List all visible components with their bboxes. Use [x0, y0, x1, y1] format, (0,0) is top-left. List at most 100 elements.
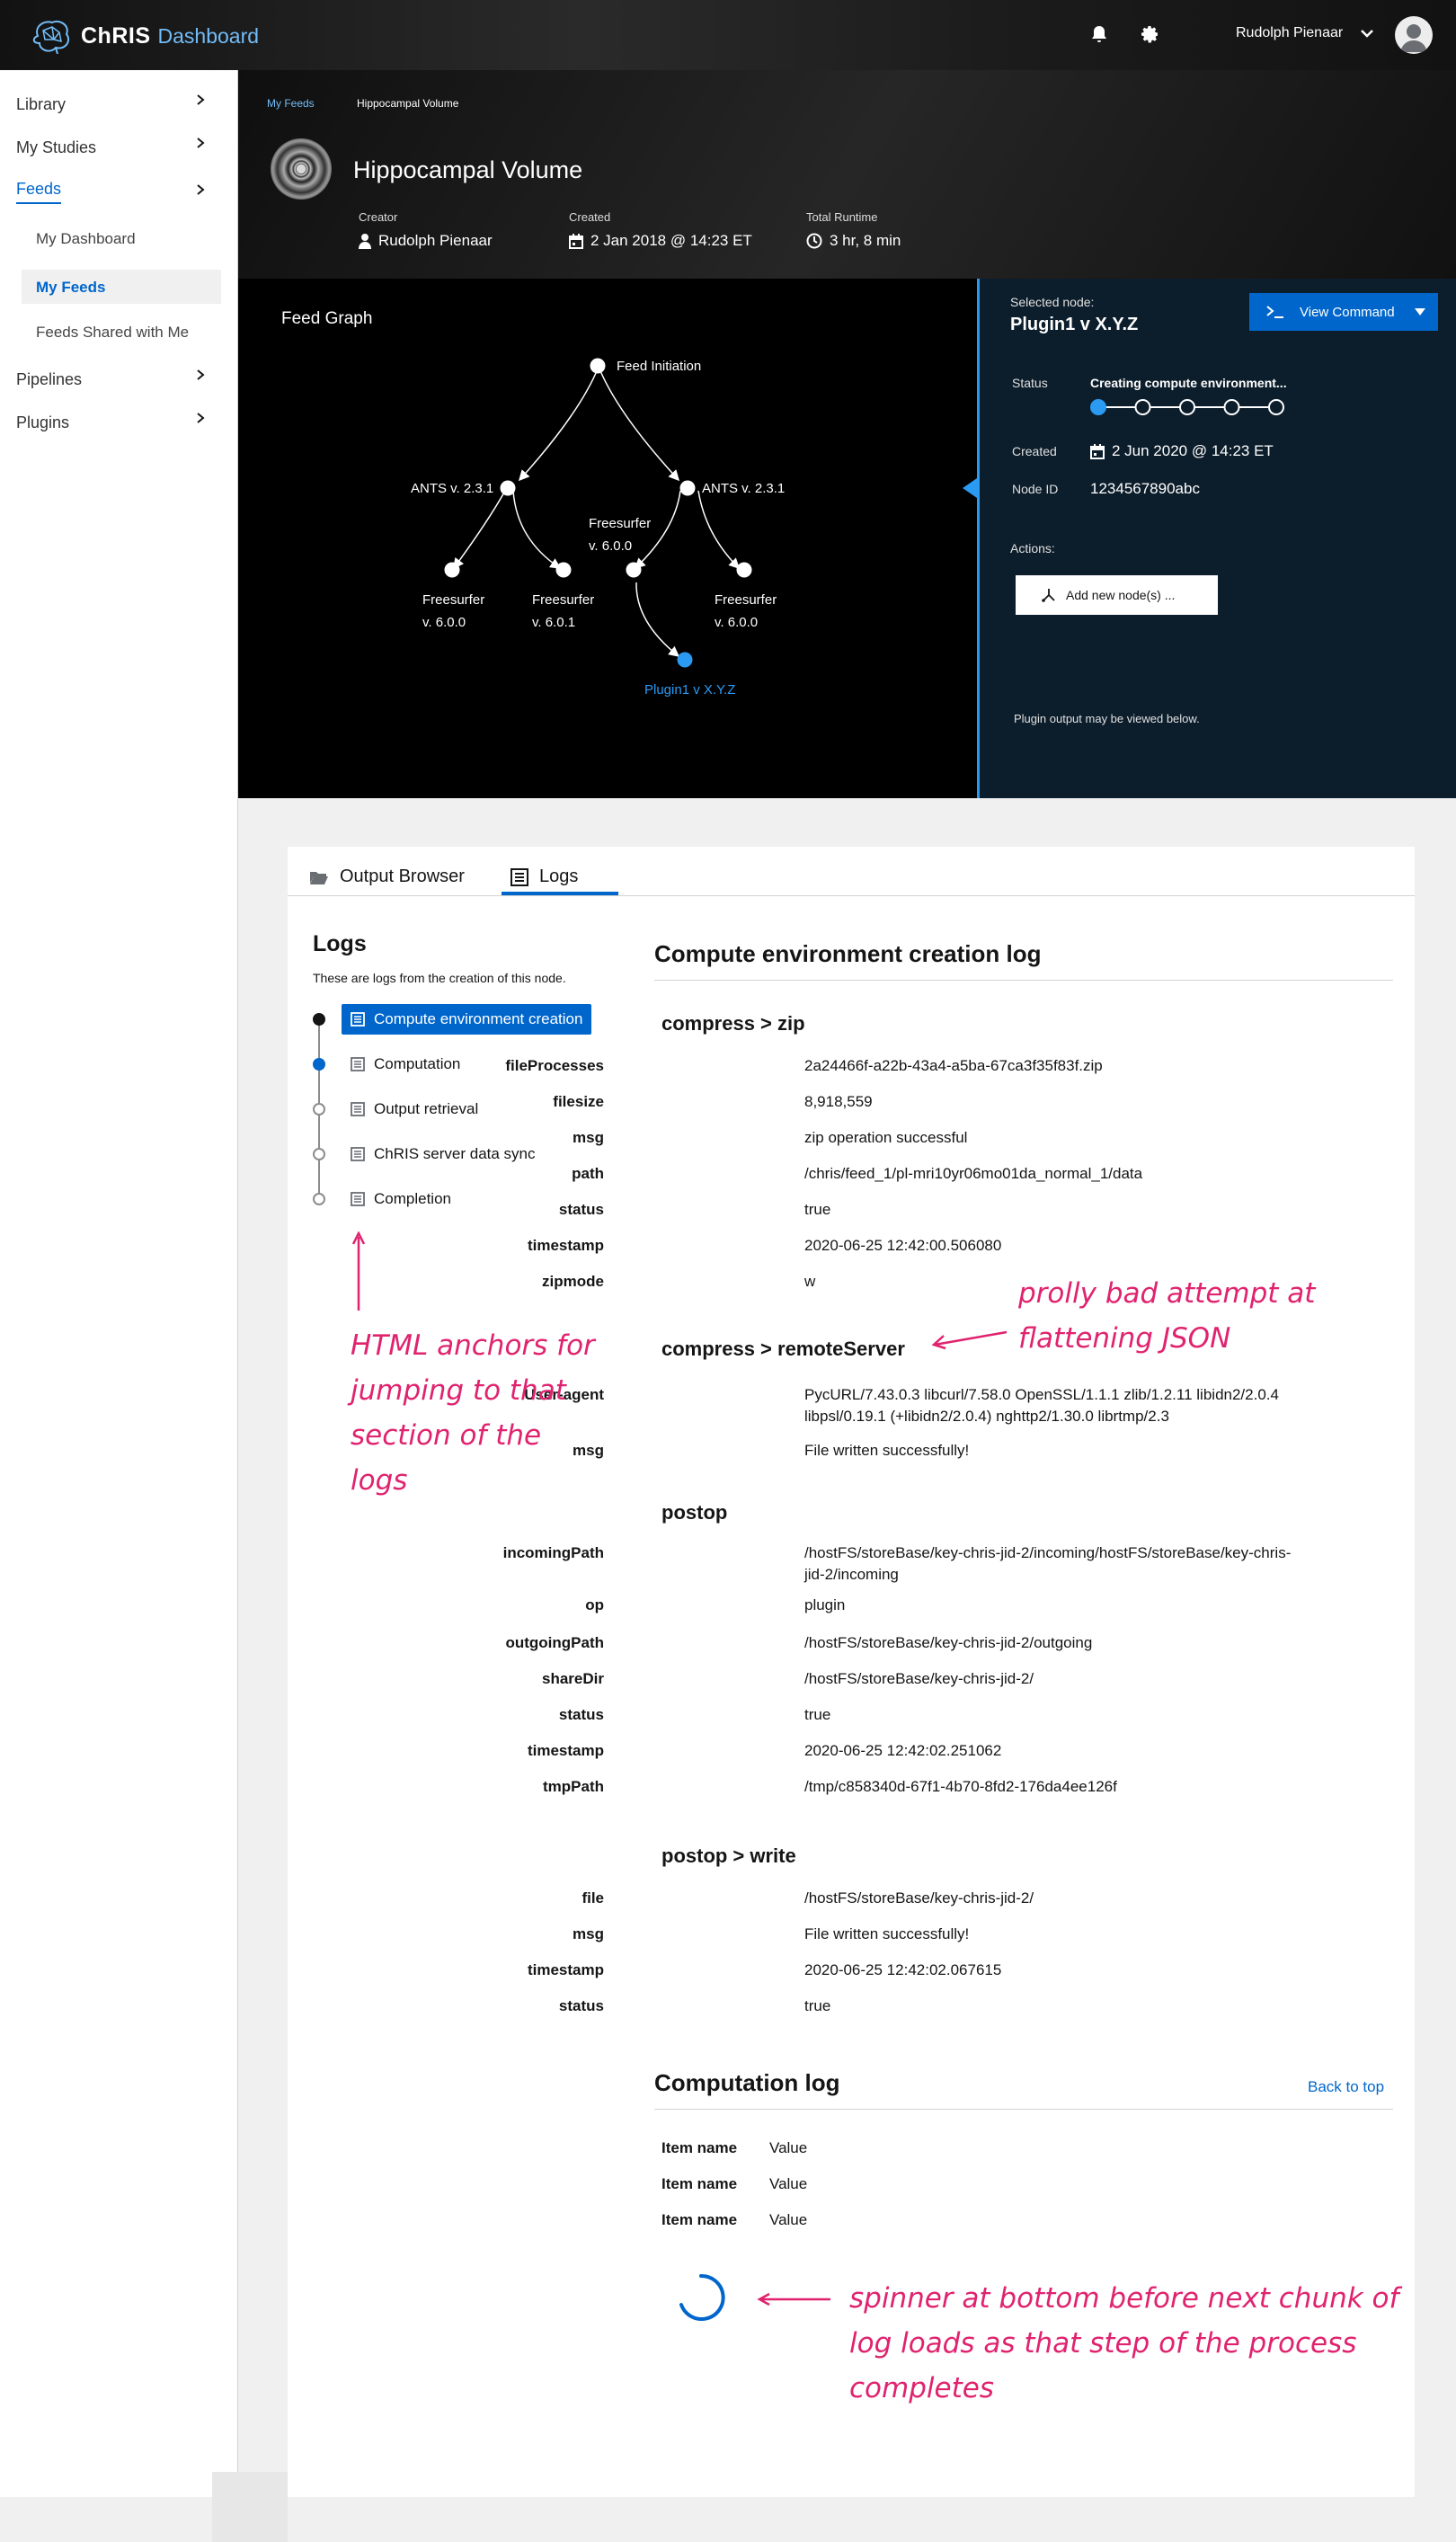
graph-edge — [697, 490, 741, 570]
node-created-value: 2 Jun 2020 @ 14:23 ET — [1090, 442, 1274, 460]
graph-node-freesurfer-a[interactable] — [444, 562, 460, 578]
add-node-button[interactable]: Add new node(s) ... — [1016, 575, 1218, 615]
stepper-step-pending — [1179, 399, 1195, 415]
chevron-right-icon — [197, 184, 205, 195]
sidebar-item-library[interactable]: Library — [16, 94, 223, 114]
sidebar-item-my-studies[interactable]: My Studies — [16, 138, 223, 157]
sidebar: Library My Studies Feeds My Dashboard My… — [0, 70, 238, 2497]
log-key: timestamp — [527, 1742, 604, 1759]
log-key: outgoingPath — [505, 1634, 604, 1651]
log-key: Item name — [661, 2211, 738, 2228]
creator-name: Rudolph Pienaar — [378, 232, 493, 249]
feed-graph-panel: Feed Graph Feed Initiation ANTS v. 2.3.1… — [238, 279, 977, 798]
annotation-line: prolly bad attempt at — [1018, 1277, 1316, 1310]
sidebar-subitem-feeds-shared[interactable]: Feeds Shared with Me — [36, 324, 189, 342]
sidebar-subitem-my-dashboard[interactable]: My Dashboard — [36, 230, 136, 248]
log-value: 2020-06-25 12:42:00.506080 — [804, 1237, 1002, 1254]
list-icon — [351, 1102, 365, 1116]
annotation-spinner: spinner at bottom before next chunk of l… — [849, 2276, 1398, 2411]
log-value: File written successfully! — [804, 1442, 970, 1459]
terminal-icon — [1266, 306, 1283, 318]
log-anchor-label: Compute environment creation — [374, 1010, 583, 1027]
graph-label-root: Feed Initiation — [617, 359, 701, 374]
graph-label-fs-a-version: v. 6.0.0 — [422, 615, 466, 630]
bell-icon[interactable] — [1088, 23, 1110, 45]
chevron-right-icon — [197, 413, 205, 423]
sidebar-item-label: Feeds — [16, 180, 62, 198]
annotation-anchors: HTML anchors for jumping to that section… — [351, 1323, 595, 1503]
log-value: true — [804, 1997, 831, 2014]
graph-node-root[interactable] — [590, 358, 606, 374]
chevron-down-icon[interactable] — [1359, 25, 1375, 41]
log-value: Value — [769, 2139, 808, 2156]
log-key: timestamp — [527, 1237, 604, 1254]
calendar-icon — [569, 233, 583, 249]
back-to-top-link[interactable]: Back to top — [1308, 2078, 1384, 2096]
sidebar-item-feeds[interactable]: Feeds — [16, 180, 223, 199]
graph-node-plugin[interactable] — [677, 652, 693, 668]
active-indicator — [16, 202, 61, 204]
page-background-strip — [212, 2472, 288, 2542]
creator-value: Rudolph Pienaar — [359, 232, 493, 250]
node-detail-panel: Selected node: Plugin1 v X.Y.Z View Comm… — [963, 279, 1456, 798]
graph-node-freesurfer-b[interactable] — [555, 562, 572, 578]
graph-edge — [512, 490, 562, 569]
avatar[interactable] — [1395, 16, 1433, 54]
list-icon — [351, 1012, 365, 1027]
sidebar-subitem-my-feeds[interactable]: My Feeds — [22, 270, 221, 304]
graph-node-freesurfer-c[interactable] — [736, 562, 752, 578]
breadcrumb-my-feeds[interactable]: My Feeds — [267, 97, 315, 110]
log-anchor-label: ChRIS server data sync — [374, 1145, 536, 1162]
group-heading-postop: postop — [661, 1501, 728, 1524]
brand-logo[interactable]: ChRIS Dashboard — [31, 18, 259, 54]
graph-label-ants-right: ANTS v. 2.3.1 — [702, 481, 785, 496]
annotation-line: logs — [351, 1464, 408, 1497]
sidebar-item-label: Library — [16, 95, 67, 113]
breadcrumb-current: Hippocampal Volume — [357, 97, 459, 110]
log-key: Item name — [661, 2139, 738, 2156]
graph-edge — [453, 490, 506, 570]
annotation-arrow-left — [931, 1330, 1008, 1350]
chevron-right-icon — [197, 138, 205, 148]
graph-node-ants-right[interactable] — [679, 480, 696, 496]
runtime-value: 3 hr, 8 min — [806, 232, 901, 250]
timeline-dot-pending — [313, 1103, 325, 1115]
view-command-label: View Command — [1300, 304, 1395, 320]
log-key: incomingPath — [502, 1544, 604, 1561]
group-heading-zip: compress > zip — [661, 1012, 805, 1035]
user-menu-toggle[interactable]: Rudolph Pienaar — [1236, 25, 1343, 41]
creator-label: Creator — [359, 210, 398, 224]
caret-down-icon[interactable] — [1415, 308, 1425, 316]
runtime-text: 3 hr, 8 min — [830, 232, 901, 249]
graph-node-ants-left[interactable] — [500, 480, 516, 496]
tab-divider — [288, 895, 1415, 896]
graph-label-fs-mid: Freesurfer — [589, 516, 651, 531]
gear-icon[interactable] — [1139, 23, 1160, 45]
log-value: true — [804, 1201, 831, 1218]
calendar-icon — [1090, 443, 1105, 459]
brain-logo-icon — [32, 20, 70, 54]
graph-label-fs-a: Freesurfer — [422, 592, 484, 608]
annotation-line: section of the — [351, 1419, 542, 1452]
sidebar-item-plugins[interactable]: Plugins — [16, 413, 223, 432]
tab-logs[interactable]: Logs — [510, 867, 578, 887]
log-value: /tmp/c858340d-67f1-4b70-8fd2-176da4ee126… — [804, 1778, 1117, 1795]
sidebar-item-pipelines[interactable]: Pipelines — [16, 369, 223, 389]
section-divider — [654, 2109, 1393, 2110]
graph-node-freesurfer-mid[interactable] — [626, 562, 642, 578]
annotation-line: flattening JSON — [1018, 1322, 1231, 1355]
log-key: status — [558, 1201, 604, 1218]
annotation-arrow-left — [757, 2292, 830, 2306]
log-key: msg — [573, 1925, 604, 1942]
feed-avatar — [271, 138, 332, 200]
graph-label-fs-c-version: v. 6.0.0 — [715, 615, 758, 630]
created-value: 2 Jan 2018 @ 14:23 ET — [569, 232, 752, 250]
list-icon — [351, 1147, 365, 1161]
log-anchor-compute-environment[interactable]: Compute environment creation — [342, 1004, 592, 1035]
view-command-button[interactable]: View Command — [1249, 293, 1438, 331]
annotation-json: prolly bad attempt at flattening JSON — [1018, 1271, 1315, 1361]
annotation-line: jumping to that — [351, 1374, 566, 1407]
log-value: /hostFS/storeBase/key-chris-jid-2/incomi… — [804, 1544, 1292, 1583]
tab-output-browser[interactable]: Output Browser — [309, 867, 465, 887]
log-key: timestamp — [527, 1961, 604, 1978]
